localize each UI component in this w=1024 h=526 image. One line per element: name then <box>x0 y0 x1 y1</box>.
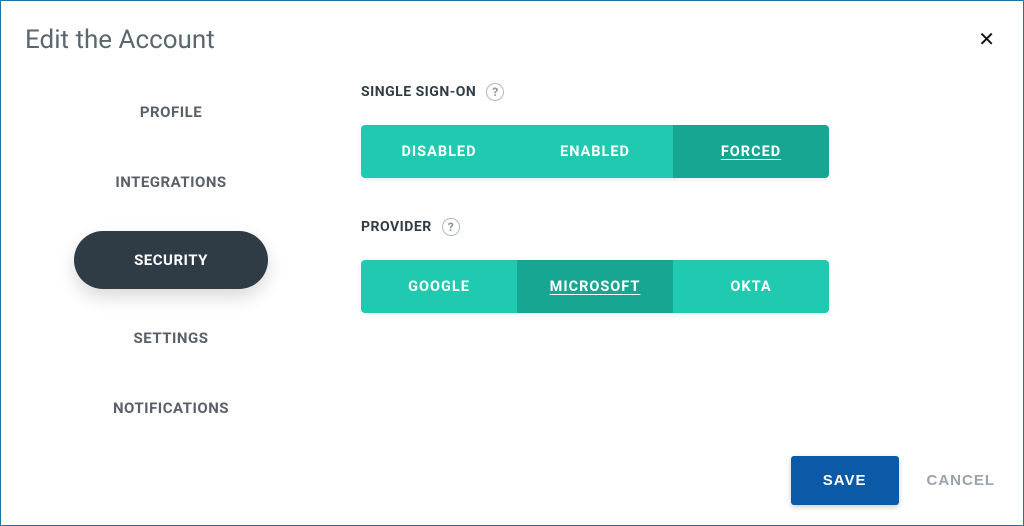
help-icon[interactable]: ? <box>442 218 460 236</box>
provider-label: PROVIDER <box>361 219 432 235</box>
provider-toggle: GOOGLE MICROSOFT OKTA <box>361 260 829 313</box>
help-icon[interactable]: ? <box>486 83 504 101</box>
edit-account-dialog: Edit the Account ✕ PROFILE INTEGRATIONS … <box>0 0 1024 526</box>
sidebar: PROFILE INTEGRATIONS SECURITY SETTINGS N… <box>1 75 341 525</box>
provider-option-microsoft[interactable]: MICROSOFT <box>517 260 673 313</box>
field-sso: SINGLE SIGN-ON ? DISABLED ENABLED FORCED <box>361 83 963 178</box>
field-provider: PROVIDER ? GOOGLE MICROSOFT OKTA <box>361 218 963 313</box>
sso-label-row: SINGLE SIGN-ON ? <box>361 83 963 101</box>
sidebar-item-settings[interactable]: SETTINGS <box>114 317 229 359</box>
sso-label: SINGLE SIGN-ON <box>361 84 476 100</box>
close-icon[interactable]: ✕ <box>974 25 999 53</box>
provider-label-row: PROVIDER ? <box>361 218 963 236</box>
dialog-title: Edit the Account <box>25 25 215 55</box>
provider-option-okta[interactable]: OKTA <box>673 260 829 313</box>
sidebar-item-integrations[interactable]: INTEGRATIONS <box>95 161 246 203</box>
save-button[interactable]: SAVE <box>791 456 899 505</box>
cancel-button[interactable]: CANCEL <box>927 472 996 489</box>
sso-toggle: DISABLED ENABLED FORCED <box>361 125 829 178</box>
dialog-footer: SAVE CANCEL <box>791 456 995 505</box>
sso-option-enabled[interactable]: ENABLED <box>517 125 673 178</box>
sidebar-item-security[interactable]: SECURITY <box>74 231 268 289</box>
sidebar-item-notifications[interactable]: NOTIFICATIONS <box>93 387 249 429</box>
sso-option-disabled[interactable]: DISABLED <box>361 125 517 178</box>
dialog-header: Edit the Account ✕ <box>1 1 1023 55</box>
dialog-body: PROFILE INTEGRATIONS SECURITY SETTINGS N… <box>1 55 1023 525</box>
provider-option-google[interactable]: GOOGLE <box>361 260 517 313</box>
sso-option-forced[interactable]: FORCED <box>673 125 829 178</box>
sidebar-item-profile[interactable]: PROFILE <box>120 91 222 133</box>
